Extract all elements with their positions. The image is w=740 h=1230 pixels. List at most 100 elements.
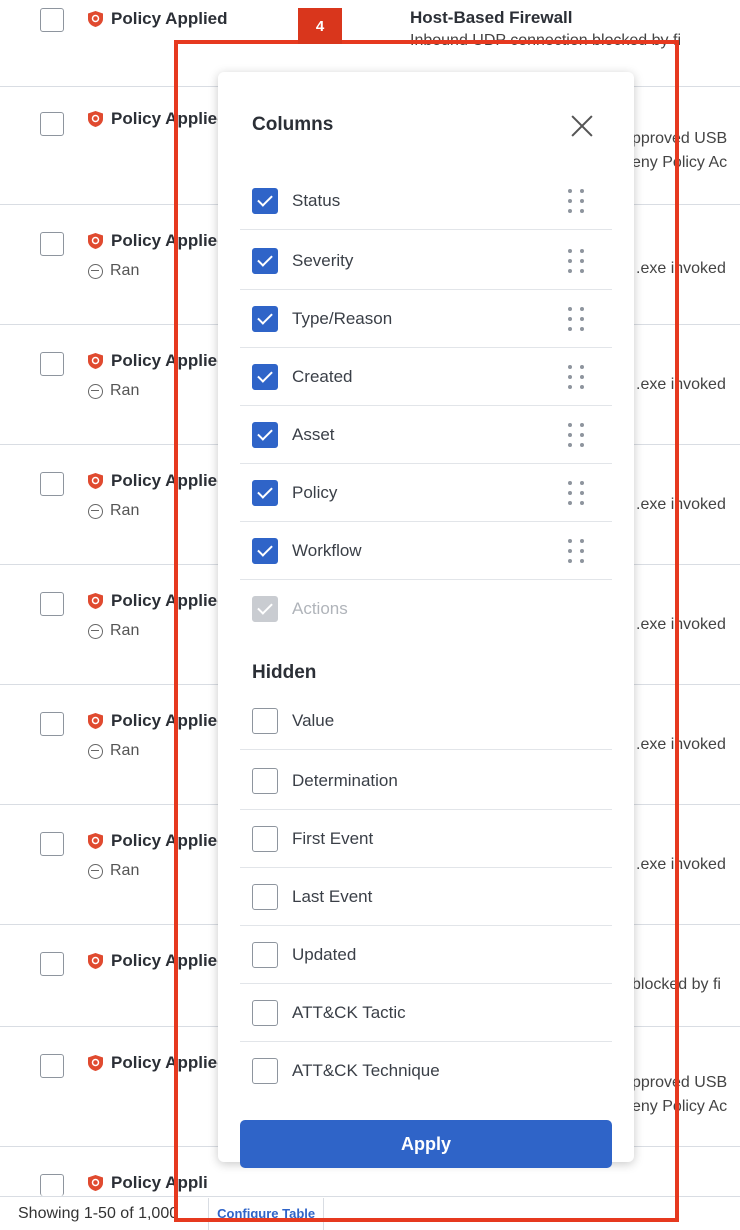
type-reason-cell: pproved USB eny Policy Ac [632,130,727,172]
row-checkbox[interactable] [40,472,64,496]
type-subtitle: .exe invoked [636,260,726,277]
ran-text: Ran [110,262,140,279]
drag-handle-icon[interactable] [568,307,586,331]
column-label: Last Event [292,886,373,906]
column-checkbox[interactable] [252,1058,278,1084]
status-cell: Policy Applied [88,108,228,130]
drag-handle-icon[interactable] [568,249,586,273]
column-option-actions: Actions [240,580,612,638]
column-option-attck-technique[interactable]: ATT&CK Technique [240,1042,612,1100]
ran-text: Ran [110,862,140,879]
type-reason-cell: .exe invoked [636,616,726,634]
column-checkbox[interactable] [252,767,278,794]
close-icon[interactable] [568,112,596,140]
policy-shield-icon [88,593,103,609]
status-cell: Policy Applied Ran [88,710,228,762]
column-checkbox[interactable] [252,883,278,910]
column-label: First Event [292,828,374,848]
status-text: Policy Applied [111,1053,228,1072]
policy-shield-icon [88,713,103,729]
column-option-status[interactable]: Status [240,172,612,230]
column-checkbox[interactable] [252,537,278,564]
workflow-ran-icon [88,743,103,759]
type-subtitle: pproved USB [632,130,728,147]
type-subtitle: Inbound UDP connection blocked by fi [410,32,681,49]
row-checkbox[interactable] [40,352,64,376]
type-subtitle: pproved USB [632,1074,728,1091]
type-reason-cell: .exe invoked [636,856,726,874]
drag-handle-icon[interactable] [568,365,586,389]
column-label: Determination [292,770,398,790]
row-checkbox[interactable] [40,592,64,616]
column-label: Type/Reason [292,308,393,328]
column-checkbox[interactable] [252,479,278,506]
status-text: Policy Applied [111,831,228,850]
column-option-determination[interactable]: Determination [240,752,612,810]
column-option-type-reason[interactable]: Type/Reason [240,290,612,348]
column-option-value[interactable]: Value [240,692,612,750]
hidden-section-title: Hidden [252,662,317,683]
status-text: Policy Applied [111,109,228,128]
status-text: Policy Applied [111,591,228,610]
column-label: Workflow [292,540,362,560]
row-checkbox[interactable] [40,112,64,136]
ran-text: Ran [110,742,140,759]
column-label: Value [292,710,335,730]
status-cell: Policy Appli [88,1172,208,1194]
column-checkbox[interactable] [252,247,278,274]
column-option-asset[interactable]: Asset [240,406,612,464]
status-cell: Policy Applied [88,8,228,30]
status-cell: Policy Applied Ran [88,590,228,642]
drag-handle-icon[interactable] [568,481,586,505]
drag-handle-icon[interactable] [568,423,586,447]
column-option-workflow[interactable]: Workflow [240,522,612,580]
column-checkbox[interactable] [252,707,278,734]
configure-table-link[interactable]: Configure Table [208,1197,325,1230]
drag-handle-icon[interactable] [568,189,586,213]
policy-shield-icon [88,233,103,249]
column-option-last-event[interactable]: Last Event [240,868,612,926]
row-checkbox[interactable] [40,1174,64,1196]
drag-handle-icon[interactable] [568,539,586,563]
row-checkbox[interactable] [40,712,64,736]
type-subtitle: blocked by fi [632,976,721,993]
annotation-badge: 4 [298,8,342,44]
policy-shield-icon [88,11,103,27]
column-checkbox[interactable] [252,363,278,390]
policy-shield-icon [88,1175,103,1191]
status-text: Policy Applied [111,951,228,970]
type-reason-cell: .exe invoked [636,260,726,278]
column-checkbox[interactable] [252,825,278,852]
row-checkbox[interactable] [40,1054,64,1078]
type-reason-cell: blocked by fi [632,976,721,994]
column-checkbox[interactable] [252,187,278,214]
table-footer: Showing 1-50 of 1,000 Configure Table [0,1196,740,1230]
status-cell: Policy Applied [88,950,228,972]
type-reason-cell: .exe invoked [636,496,726,514]
column-checkbox[interactable] [252,999,278,1026]
row-checkbox[interactable] [40,952,64,976]
type-subtitle: .exe invoked [636,736,726,753]
column-checkbox[interactable] [252,941,278,968]
type-subtitle: .exe invoked [636,856,726,873]
column-option-first-event[interactable]: First Event [240,810,612,868]
apply-button[interactable]: Apply [240,1120,612,1168]
type-reason-cell: pproved USB eny Policy Ac [632,1074,727,1116]
column-checkbox-disabled [252,596,278,622]
row-checkbox[interactable] [40,832,64,856]
row-checkbox[interactable] [40,232,64,256]
column-option-updated[interactable]: Updated [240,926,612,984]
column-option-severity[interactable]: Severity [240,232,612,290]
column-option-attck-tactic[interactable]: ATT&CK Tactic [240,984,612,1042]
status-text: Policy Applied [111,471,228,490]
column-option-created[interactable]: Created [240,348,612,406]
ran-text: Ran [110,502,140,519]
status-cell: Policy Applied Ran [88,830,228,882]
column-checkbox[interactable] [252,421,278,448]
policy-shield-icon [88,473,103,489]
column-option-policy[interactable]: Policy [240,464,612,522]
column-label: Severity [292,250,354,270]
columns-panel: Columns Status Severity Type/Reason Crea… [218,72,634,1168]
row-checkbox[interactable] [40,8,64,32]
column-checkbox[interactable] [252,305,278,332]
